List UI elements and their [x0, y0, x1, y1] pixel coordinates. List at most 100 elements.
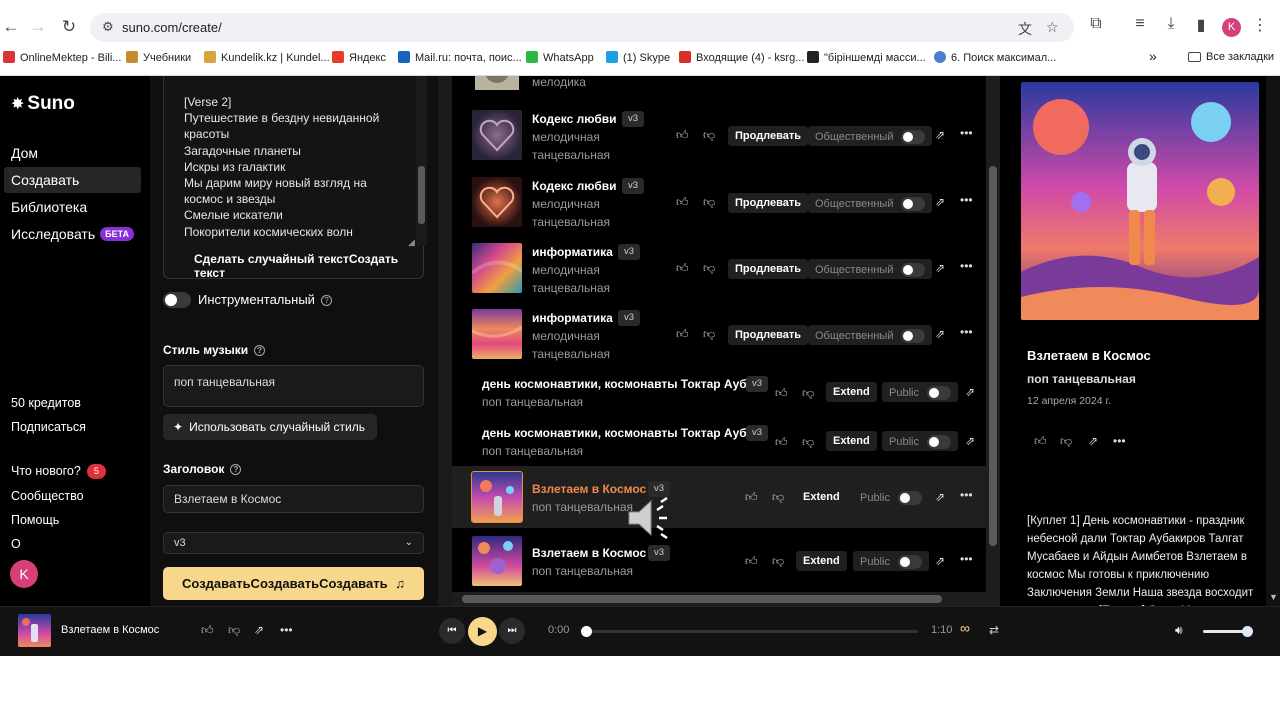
play-button[interactable]: ▶: [468, 617, 497, 646]
random-style-button[interactable]: ✦ Использовать случайный стиль: [163, 414, 377, 440]
share-icon[interactable]: ⇗: [935, 327, 945, 341]
toggle-switch[interactable]: [901, 329, 926, 343]
song-title[interactable]: день космонавтики, космонавты Токтар Ауб: [482, 377, 747, 391]
bookmark-quizlet[interactable]: "біріншемді масси...: [807, 51, 926, 64]
table-row[interactable]: Взлетаем в Космос v3 поп танцевальная 👍︎…: [452, 530, 1000, 592]
table-row[interactable]: Кодекс любви v3 мелодичная танцевальная …: [452, 104, 1000, 166]
shuffle-icon[interactable]: ⇄: [989, 623, 999, 637]
public-toggle[interactable]: Общественный: [808, 193, 933, 213]
public-toggle[interactable]: Общественный: [808, 126, 933, 146]
reading-list-icon[interactable]: ≡: [1130, 15, 1150, 33]
bookmark-kundelik[interactable]: Kundelik.kz | Kundel...: [204, 51, 330, 64]
share-icon[interactable]: ⇗: [935, 128, 945, 142]
toggle-switch[interactable]: [901, 197, 926, 211]
more-icon[interactable]: •••: [960, 259, 973, 273]
thumbs-down-icon[interactable]: 👎︎: [772, 554, 784, 569]
thumbs-up-icon[interactable]: 👍︎: [676, 261, 689, 276]
more-icon[interactable]: •••: [1113, 434, 1126, 448]
volume-icon[interactable]: 🔊︎: [1175, 623, 1183, 638]
thumbs-up-icon[interactable]: 👍︎: [745, 554, 758, 569]
share-icon[interactable]: ⇗: [965, 434, 975, 448]
public-toggle[interactable]: Общественный: [808, 259, 933, 279]
nav-explore[interactable]: Исследовать БЕТА: [4, 221, 141, 247]
toggle-switch[interactable]: [926, 435, 951, 449]
thumbs-down-icon[interactable]: 👎︎: [703, 195, 715, 210]
table-row[interactable]: день космонавтики, космонавты Токтар Ауб…: [452, 372, 1000, 420]
table-row-current[interactable]: Взлетаем в Космос v3 поп танцевальная 👍︎…: [452, 466, 1000, 540]
thumbs-down-icon[interactable]: 👎︎: [802, 435, 814, 450]
table-row[interactable]: информатика v3 мелодичная танцевальная 👍…: [452, 303, 1000, 365]
thumbs-up-icon[interactable]: 👍︎: [676, 327, 689, 342]
share-icon[interactable]: ⇗: [935, 195, 945, 209]
previous-track-button[interactable]: ⏮: [439, 618, 465, 644]
more-icon[interactable]: •••: [960, 325, 973, 339]
bookmark-skype[interactable]: (1) Skype: [606, 51, 670, 64]
public-toggle[interactable]: Public: [882, 382, 958, 402]
public-toggle[interactable]: Общественный: [808, 325, 933, 345]
browser-menu-icon[interactable]: ⋮: [1250, 15, 1270, 35]
thumbs-up-icon[interactable]: 👍︎: [201, 623, 214, 638]
bookmark-onlinemektep[interactable]: OnlineMektep - Bili...: [3, 51, 121, 64]
resize-handle-icon[interactable]: ◢: [408, 237, 415, 248]
user-avatar[interactable]: K: [10, 560, 38, 588]
bookmark-uchebniki[interactable]: Учебники: [126, 51, 191, 64]
share-icon[interactable]: ⇗: [935, 490, 945, 504]
bookmark-search[interactable]: 6. Поиск максимал...: [934, 51, 1056, 64]
more-icon[interactable]: •••: [280, 623, 293, 637]
extend-button[interactable]: Extend: [796, 551, 847, 571]
about-link[interactable]: О: [11, 537, 21, 551]
toggle-switch[interactable]: [901, 263, 926, 277]
community-link[interactable]: Сообщество: [11, 489, 84, 503]
toggle-switch[interactable]: [897, 555, 922, 569]
download-icon[interactable]: ⤓: [1161, 15, 1181, 33]
more-bookmarks-icon[interactable]: »: [1149, 48, 1157, 64]
thumbs-down-icon[interactable]: 👎︎: [802, 386, 814, 401]
thumbs-up-icon[interactable]: 👍︎: [676, 195, 689, 210]
share-icon[interactable]: ⇗: [1088, 434, 1098, 448]
thumbs-up-icon[interactable]: 👍︎: [676, 128, 689, 143]
profile-avatar[interactable]: K: [1222, 18, 1241, 37]
version-select[interactable]: v3 ⌄: [163, 532, 424, 554]
extensions-icon[interactable]: ⧉: [1086, 15, 1106, 33]
share-icon[interactable]: ⇗: [254, 623, 264, 637]
thumbs-up-icon[interactable]: 👍︎: [1034, 434, 1047, 449]
nav-home[interactable]: Дом: [4, 140, 141, 166]
create-button[interactable]: СоздаватьСоздаватьСоздавать ♫: [163, 567, 424, 600]
extend-button[interactable]: Продлевать: [728, 325, 809, 345]
forward-icon[interactable]: →: [27, 16, 49, 38]
public-toggle[interactable]: Public: [853, 487, 929, 507]
detail-scrollbar[interactable]: ▼: [1266, 76, 1280, 606]
song-title[interactable]: Взлетаем в Космос: [532, 482, 646, 496]
list-scroll-thumb[interactable]: [989, 166, 997, 546]
thumbs-down-icon[interactable]: 👎︎: [772, 490, 784, 505]
share-icon[interactable]: ⇗: [965, 385, 975, 399]
subscribe-link[interactable]: Подписаться: [11, 420, 86, 434]
thumbs-down-icon[interactable]: 👎︎: [703, 128, 715, 143]
more-icon[interactable]: •••: [960, 552, 973, 566]
thumbs-down-icon[interactable]: 👎︎: [228, 623, 240, 638]
thumbs-down-icon[interactable]: 👎︎: [1060, 434, 1072, 449]
song-title[interactable]: информатика: [532, 245, 613, 259]
volume-knob[interactable]: [1242, 626, 1253, 637]
table-row[interactable]: информатика v3 мелодичная танцевальная 👍…: [452, 237, 1000, 299]
side-panel-icon[interactable]: ▮: [1191, 15, 1211, 35]
help-icon[interactable]: ?: [230, 464, 242, 475]
extend-button[interactable]: Extend: [826, 431, 877, 451]
table-row[interactable]: день космонавтики, космонавты Токтар Ауб…: [452, 421, 1000, 469]
song-title[interactable]: информатика: [532, 311, 613, 325]
suno-logo[interactable]: ✸ Suno: [11, 93, 75, 115]
list-hscroll-thumb[interactable]: [462, 595, 942, 603]
lyrics-textarea[interactable]: [Verse 2] Путешествие в бездну невиданно…: [163, 76, 427, 280]
more-icon[interactable]: •••: [960, 488, 973, 502]
table-row[interactable]: Кодекс любви v3 мелодичная танцевальная …: [452, 171, 1000, 233]
table-row[interactable]: мелодика: [452, 76, 1000, 94]
song-title[interactable]: Взлетаем в Космос: [532, 546, 646, 560]
back-icon[interactable]: ←: [0, 16, 22, 38]
list-vertical-scrollbar[interactable]: [986, 76, 1000, 606]
song-title[interactable]: Кодекс любви: [532, 179, 617, 193]
help-icon[interactable]: ?: [320, 295, 332, 306]
toggle-switch[interactable]: [901, 130, 926, 144]
site-settings-icon[interactable]: ⚙: [102, 19, 114, 35]
reload-icon[interactable]: ↻: [58, 16, 80, 38]
help-link[interactable]: Помощь: [11, 513, 59, 527]
